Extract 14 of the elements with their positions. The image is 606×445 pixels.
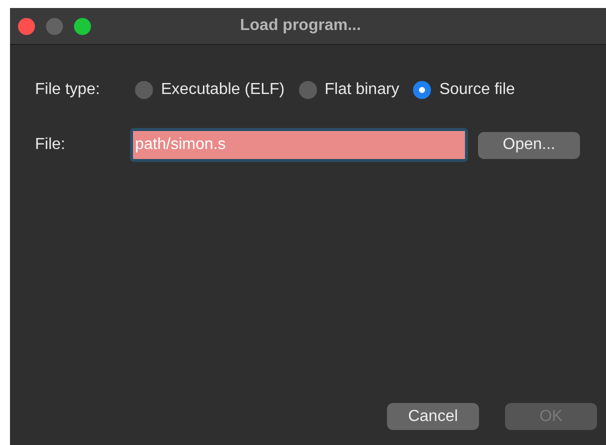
radio-icon[interactable] — [298, 81, 317, 99]
field-label: File: — [35, 135, 66, 155]
radio-icon[interactable] — [135, 81, 153, 99]
minimize-icon[interactable] — [46, 18, 63, 34]
radio-option[interactable]: Flat binary — [298, 78, 400, 102]
close-icon[interactable] — [18, 18, 35, 34]
radio-option[interactable]: Source file — [413, 78, 515, 102]
open-button[interactable]: Open... — [478, 132, 580, 158]
cancel-button[interactable]: Cancel — [387, 403, 479, 430]
radio-option[interactable]: Executable (ELF) — [135, 78, 285, 102]
radio-selected-icon[interactable] — [413, 81, 432, 99]
field-label: File type: — [35, 80, 101, 100]
zoom-icon[interactable] — [74, 18, 91, 34]
window-title: Load program... — [240, 16, 361, 36]
